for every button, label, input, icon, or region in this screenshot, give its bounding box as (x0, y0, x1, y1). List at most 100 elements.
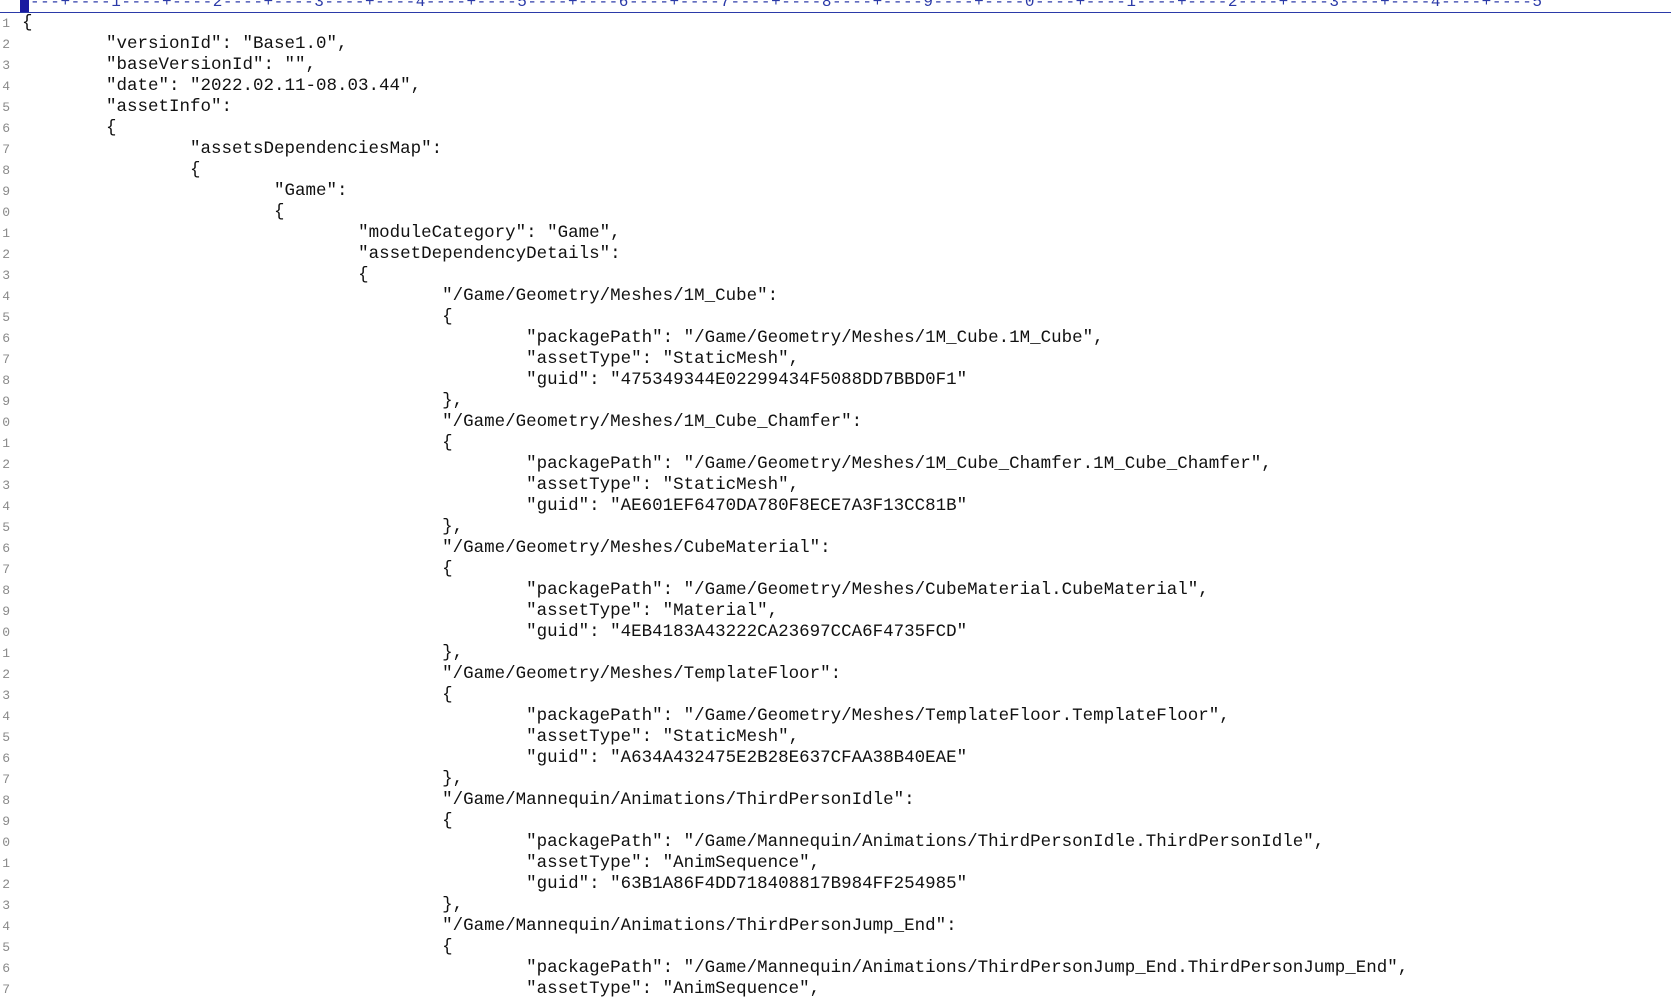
line-number: 1 (2, 436, 10, 451)
line-number: 5 (2, 940, 10, 955)
line-number: 7 (2, 352, 10, 367)
code-line[interactable]: "packagePath": "/Game/Geometry/Meshes/Te… (22, 706, 1671, 727)
code-line[interactable]: "guid": "63B1A86F4DD718408817B984FF25498… (22, 874, 1671, 895)
code-line[interactable]: "/Game/Geometry/Meshes/1M_Cube_Chamfer": (22, 412, 1671, 433)
ruler-scale: ---+----1----+----2----+----3----+----4-… (30, 0, 1543, 11)
line-number: 0 (2, 835, 10, 850)
code-line[interactable]: { (22, 433, 1671, 454)
line-number: 4 (2, 919, 10, 934)
line-number: 1 (2, 226, 10, 241)
line-number: 4 (2, 499, 10, 514)
line-number: 6 (2, 331, 10, 346)
code-line[interactable]: { (22, 202, 1671, 223)
line-number: 6 (2, 121, 10, 136)
line-number: 3 (2, 688, 10, 703)
code-line[interactable]: }, (22, 769, 1671, 790)
line-number: 4 (2, 709, 10, 724)
code-line[interactable]: "assetType": "Material", (22, 601, 1671, 622)
ruler-cursor-marker (20, 0, 29, 12)
code-line[interactable]: "/Game/Geometry/Meshes/TemplateFloor": (22, 664, 1671, 685)
line-number: 3 (2, 898, 10, 913)
line-number: 3 (2, 58, 10, 73)
line-number: 6 (2, 541, 10, 556)
code-line[interactable]: }, (22, 517, 1671, 538)
code-line[interactable]: }, (22, 895, 1671, 916)
code-line[interactable]: }, (22, 643, 1671, 664)
code-line[interactable]: "assetType": "StaticMesh", (22, 727, 1671, 748)
code-line[interactable]: "/Game/Mannequin/Animations/ThirdPersonJ… (22, 916, 1671, 937)
code-line[interactable]: "packagePath": "/Game/Mannequin/Animatio… (22, 958, 1671, 979)
code-line[interactable]: "assetType": "StaticMesh", (22, 475, 1671, 496)
line-number: 9 (2, 814, 10, 829)
text-editor[interactable]: ---+----1----+----2----+----3----+----4-… (0, 0, 1671, 1004)
code-line[interactable]: "guid": "AE601EF6470DA780F8ECE7A3F13CC81… (22, 496, 1671, 517)
line-number: 4 (2, 289, 10, 304)
line-number: 2 (2, 877, 10, 892)
code-line[interactable]: { (22, 265, 1671, 286)
code-line[interactable]: "/Game/Geometry/Meshes/1M_Cube": (22, 286, 1671, 307)
code-line[interactable]: "guid": "4EB4183A43222CA23697CCA6F4735FC… (22, 622, 1671, 643)
code-line[interactable]: "packagePath": "/Game/Mannequin/Animatio… (22, 832, 1671, 853)
column-ruler: ---+----1----+----2----+----3----+----4-… (0, 0, 1671, 13)
code-line[interactable]: "Game": (22, 181, 1671, 202)
line-number: 6 (2, 751, 10, 766)
code-line[interactable]: { (22, 685, 1671, 706)
code-line[interactable]: "date": "2022.02.11-08.03.44", (22, 76, 1671, 97)
code-line[interactable]: "versionId": "Base1.0", (22, 34, 1671, 55)
line-number: 7 (2, 772, 10, 787)
code-line[interactable]: "packagePath": "/Game/Geometry/Meshes/1M… (22, 454, 1671, 475)
code-line[interactable]: { (22, 160, 1671, 181)
code-line[interactable]: "guid": "A634A432475E2B28E637CFAA38B40EA… (22, 748, 1671, 769)
line-number: 2 (2, 247, 10, 262)
line-number: 8 (2, 583, 10, 598)
line-number: 0 (2, 625, 10, 640)
code-line[interactable]: "packagePath": "/Game/Geometry/Meshes/1M… (22, 328, 1671, 349)
line-number: 8 (2, 373, 10, 388)
code-line[interactable]: "assetInfo": (22, 97, 1671, 118)
line-number: 0 (2, 205, 10, 220)
line-number: 1 (2, 856, 10, 871)
code-line[interactable]: "assetType": "StaticMesh", (22, 349, 1671, 370)
line-number: 3 (2, 268, 10, 283)
line-number: 2 (2, 457, 10, 472)
code-line[interactable]: "packagePath": "/Game/Geometry/Meshes/Cu… (22, 580, 1671, 601)
line-number: 8 (2, 163, 10, 178)
line-number: 1 (2, 646, 10, 661)
code-line[interactable]: "assetType": "AnimSequence", (22, 853, 1671, 874)
line-number: 0 (2, 415, 10, 430)
code-line[interactable]: "assetType": "AnimSequence", (22, 979, 1671, 1000)
line-number: 7 (2, 982, 10, 997)
line-number: 9 (2, 184, 10, 199)
line-number: 8 (2, 793, 10, 808)
line-number: 5 (2, 520, 10, 535)
line-number: 4 (2, 79, 10, 94)
line-number: 2 (2, 667, 10, 682)
code-line[interactable]: "/Game/Geometry/Meshes/CubeMaterial": (22, 538, 1671, 559)
line-number: 5 (2, 310, 10, 325)
line-number: 9 (2, 604, 10, 619)
line-number: 6 (2, 961, 10, 976)
code-line[interactable]: { (22, 811, 1671, 832)
line-number-gutter: 1 2 3 4 5 6 7 8 9 0 1 2 3 4 5 6 7 8 9 0 1 2 3 4 5 6 7 8 9 0 1 2 3 4 5 6 7 8 9 0… (0, 13, 14, 1004)
line-number: 5 (2, 100, 10, 115)
code-line[interactable]: "guid": "475349344E02299434F5088DD7BBD0F… (22, 370, 1671, 391)
code-line[interactable]: }, (22, 391, 1671, 412)
code-line[interactable]: { (22, 937, 1671, 958)
code-line[interactable]: { (22, 559, 1671, 580)
line-number: 1 (2, 16, 10, 31)
code-line[interactable]: { (22, 13, 1671, 34)
code-line[interactable]: { (22, 307, 1671, 328)
code-line[interactable]: "assetsDependenciesMap": (22, 139, 1671, 160)
code-line[interactable]: { (22, 118, 1671, 139)
code-area[interactable]: { "versionId": "Base1.0", "baseVersionId… (22, 13, 1671, 1004)
line-number: 7 (2, 562, 10, 577)
line-number: 2 (2, 37, 10, 52)
line-number: 9 (2, 394, 10, 409)
line-number: 5 (2, 730, 10, 745)
code-line[interactable]: "assetDependencyDetails": (22, 244, 1671, 265)
line-number: 3 (2, 478, 10, 493)
code-line[interactable]: "/Game/Mannequin/Animations/ThirdPersonI… (22, 790, 1671, 811)
code-line[interactable]: "moduleCategory": "Game", (22, 223, 1671, 244)
line-number: 7 (2, 142, 10, 157)
code-line[interactable]: "baseVersionId": "", (22, 55, 1671, 76)
